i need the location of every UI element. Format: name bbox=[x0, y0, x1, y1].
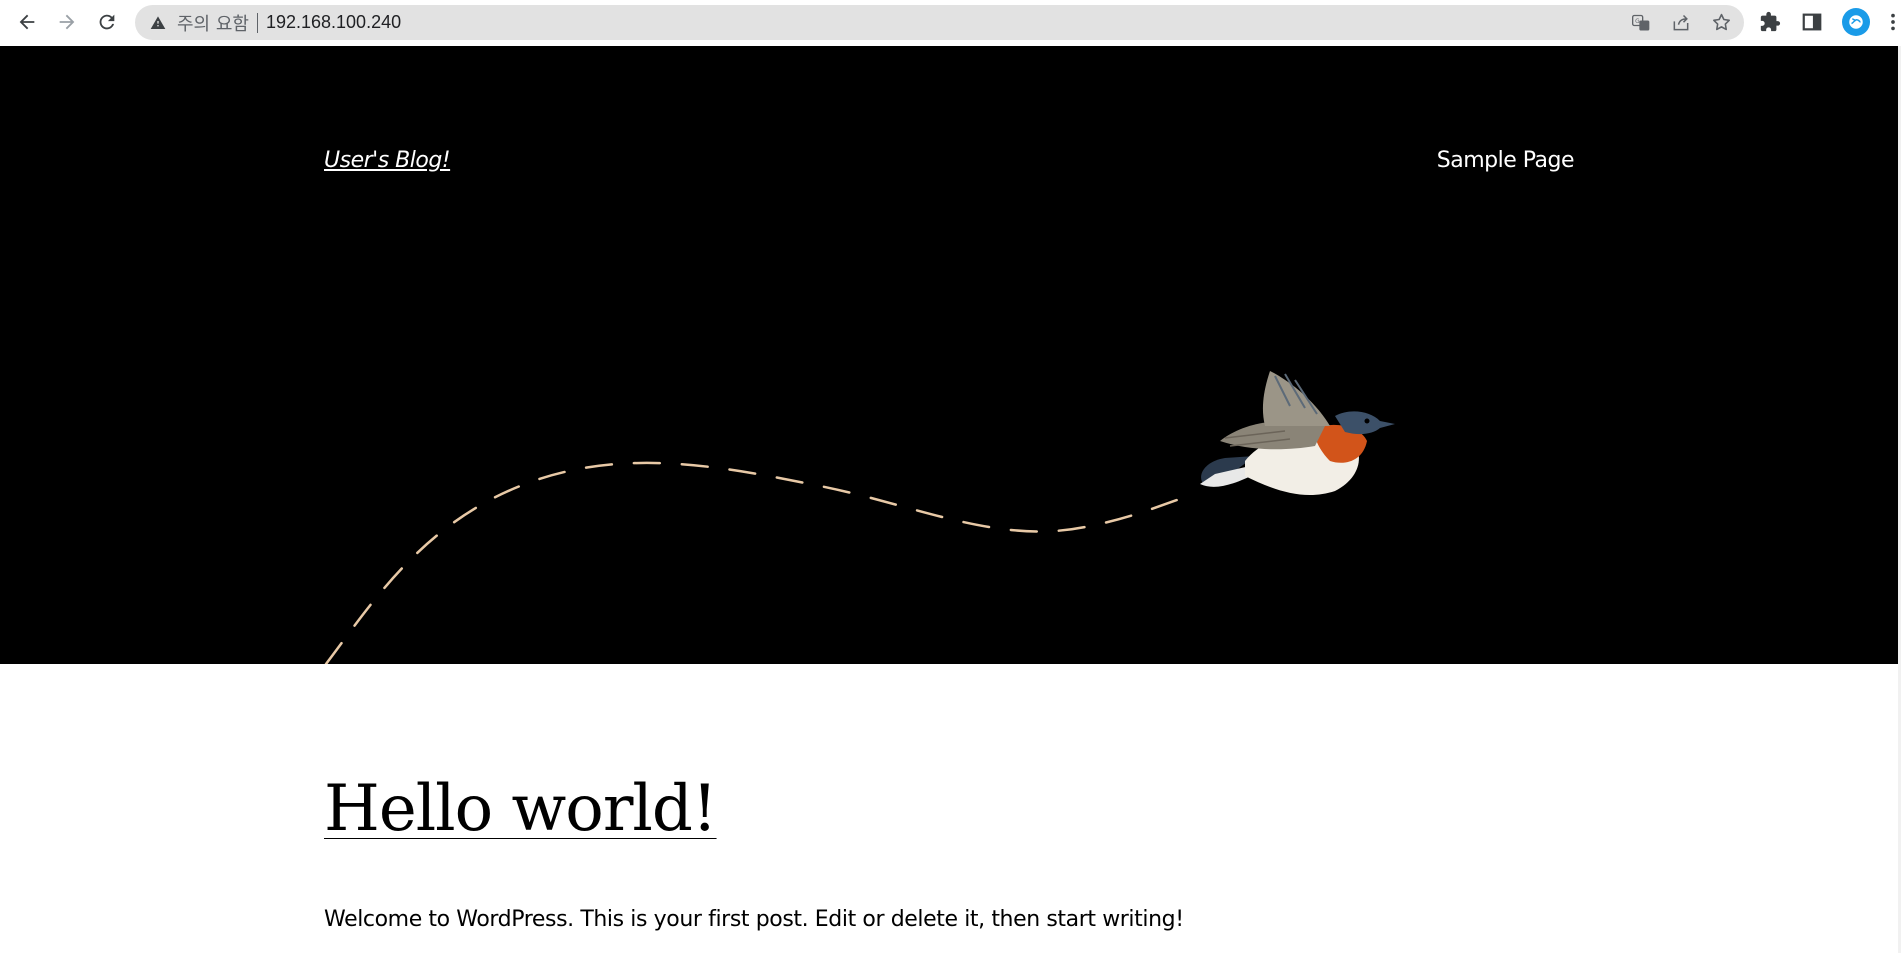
kebab-menu-icon[interactable] bbox=[1888, 10, 1898, 34]
translate-icon[interactable]: G bbox=[1630, 12, 1652, 34]
arrow-left-icon bbox=[19, 14, 35, 30]
arrow-right-icon bbox=[59, 14, 75, 30]
forward-button[interactable] bbox=[47, 0, 87, 44]
reload-icon bbox=[99, 14, 115, 30]
flight-path-dashed bbox=[324, 461, 1192, 664]
bird-illustration bbox=[1200, 371, 1395, 496]
address-bar[interactable]: 주의 요함 192.168.100.240 G bbox=[135, 5, 1744, 40]
address-separator bbox=[256, 12, 258, 33]
back-button[interactable] bbox=[7, 0, 47, 44]
reload-button[interactable] bbox=[87, 0, 127, 44]
browser-toolbar: 주의 요함 192.168.100.240 G bbox=[0, 0, 1901, 46]
nav-sample-page-link[interactable]: Sample Page bbox=[1437, 148, 1575, 173]
security-status-label[interactable]: 주의 요함 bbox=[177, 10, 249, 36]
share-icon[interactable] bbox=[1670, 12, 1692, 34]
site-header: User's Blog! Sample Page bbox=[0, 46, 1898, 664]
header-illustration bbox=[324, 371, 1395, 664]
url-text[interactable]: 192.168.100.240 bbox=[266, 12, 401, 33]
puzzle-icon[interactable] bbox=[1758, 10, 1782, 34]
toolbar-actions bbox=[1758, 0, 1898, 44]
profile-avatar-icon[interactable] bbox=[1842, 8, 1870, 36]
address-bar-actions: G bbox=[1630, 5, 1732, 40]
warning-triangle-icon[interactable] bbox=[149, 14, 167, 32]
site-title-link[interactable]: User's Blog! bbox=[324, 148, 451, 173]
side-panel-icon[interactable] bbox=[1800, 10, 1824, 34]
svg-text:G: G bbox=[1635, 19, 1640, 25]
star-icon[interactable] bbox=[1710, 12, 1732, 34]
post-excerpt: Welcome to WordPress. This is your first… bbox=[324, 907, 1184, 932]
post-title-link[interactable]: Hello world! bbox=[324, 772, 718, 846]
